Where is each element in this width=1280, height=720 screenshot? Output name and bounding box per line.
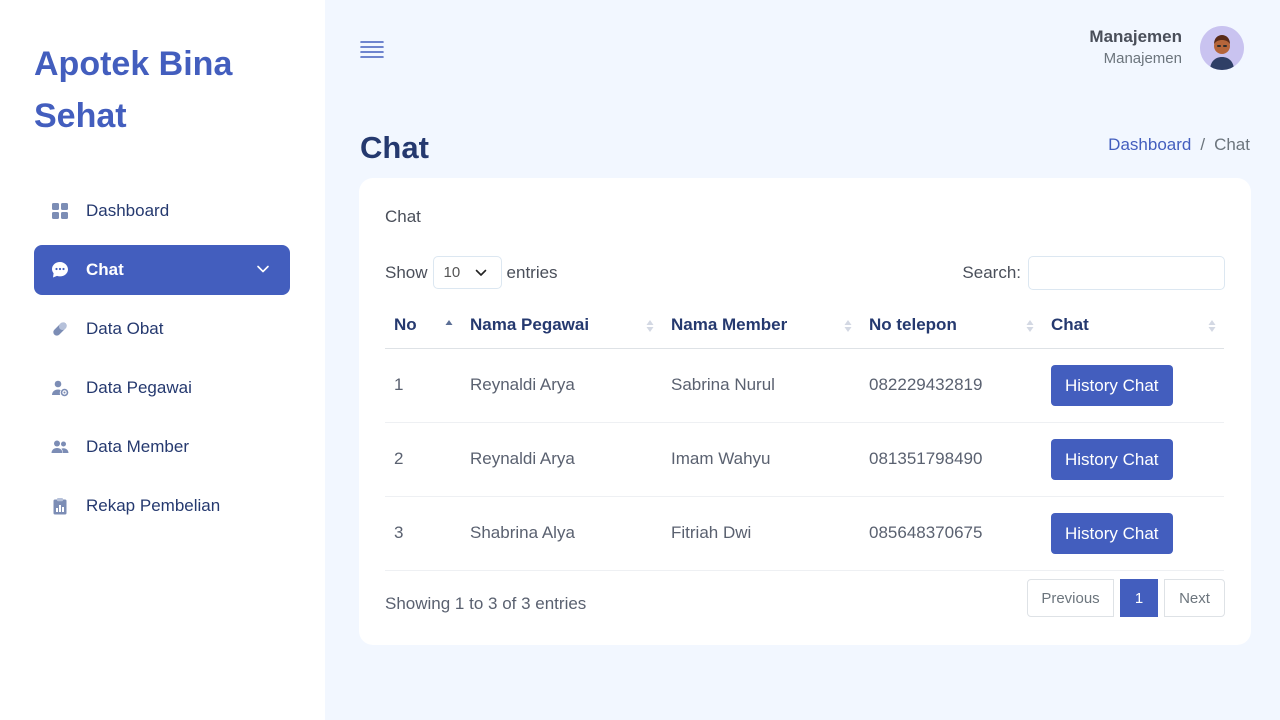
- page-length-select[interactable]: 10: [432, 256, 502, 289]
- previous-page-button[interactable]: Previous: [1027, 579, 1114, 617]
- column-header-nama-pegawai[interactable]: Nama Pegawai: [461, 302, 662, 349]
- column-header-label: No: [394, 314, 417, 334]
- table-row: 1 Reynaldi Arya Sabrina Nurul 0822294328…: [385, 348, 1224, 423]
- breadcrumb-separator: /: [1200, 135, 1206, 154]
- sidebar-item-data-pegawai[interactable]: Data Pegawai: [34, 363, 290, 413]
- cell-no: 1: [385, 348, 461, 423]
- brand-logo-text[interactable]: Apotek Bina Sehat: [34, 38, 294, 142]
- grid-icon: [50, 201, 70, 221]
- history-chat-button[interactable]: History Chat: [1051, 512, 1173, 554]
- breadcrumb: Dashboard / Chat: [1108, 135, 1250, 155]
- cell-no: 2: [385, 422, 461, 497]
- page-length-value: 10: [443, 264, 461, 281]
- history-chat-button[interactable]: History Chat: [1051, 438, 1173, 480]
- column-header-chat[interactable]: Chat: [1042, 302, 1224, 349]
- entries-label: entries: [506, 262, 558, 282]
- sidebar-item-rekap-pembelian[interactable]: Rekap Pembelian: [34, 481, 290, 531]
- sort-icon: [646, 320, 654, 332]
- user-role: Manajemen: [1103, 50, 1182, 67]
- show-entries-control: Show 10 entries: [385, 256, 558, 289]
- avatar[interactable]: [1200, 26, 1244, 70]
- cell-nama-pegawai: Reynaldi Arya: [461, 422, 662, 497]
- cell-chat: History Chat: [1042, 496, 1224, 571]
- page-title: Chat: [360, 130, 429, 165]
- chat-card: Chat Show 10 entries Search: No Nama Peg…: [359, 178, 1251, 645]
- user-name: Manajemen: [1089, 27, 1182, 46]
- chevron-down-icon[interactable]: [256, 262, 270, 276]
- column-header-no[interactable]: No: [385, 302, 461, 349]
- pill-icon: [50, 319, 70, 339]
- people-icon: [50, 437, 70, 457]
- search-control: Search:: [962, 256, 1225, 290]
- cell-no-telepon: 082229432819: [860, 348, 1042, 423]
- sidebar-item-label: Data Obat: [86, 319, 164, 338]
- table-header-row: No Nama Pegawai Nama Member No telepon C…: [385, 302, 1224, 349]
- cell-no: 3: [385, 496, 461, 571]
- column-header-label: Nama Pegawai: [470, 314, 590, 334]
- column-header-no-telepon[interactable]: No telepon: [860, 302, 1042, 349]
- cell-nama-pegawai: Reynaldi Arya: [461, 348, 662, 423]
- table-row: 3 Shabrina Alya Fitriah Dwi 085648370675…: [385, 496, 1224, 571]
- chevron-down-icon: [475, 269, 486, 276]
- show-label: Show: [385, 262, 428, 282]
- sort-asc-icon: [445, 320, 453, 325]
- sort-icon: [1026, 320, 1034, 332]
- user-menu[interactable]: Manajemen Manajemen: [1089, 26, 1244, 70]
- search-input[interactable]: [1028, 256, 1225, 290]
- table-info: Showing 1 to 3 of 3 entries: [385, 594, 587, 613]
- clipboard-chart-icon: [50, 496, 70, 516]
- sidebar-menu: Dashboard Chat Data Obat Data Pegawai Da…: [34, 186, 290, 540]
- sort-icon: [1208, 320, 1216, 332]
- next-page-button[interactable]: Next: [1164, 579, 1225, 617]
- column-header-label: No telepon: [869, 314, 957, 334]
- cell-nama-member: Sabrina Nurul: [662, 348, 860, 423]
- sidebar-item-label: Data Pegawai: [86, 378, 192, 397]
- chat-table: No Nama Pegawai Nama Member No telepon C…: [385, 302, 1224, 571]
- hamburger-menu-icon[interactable]: [360, 38, 384, 62]
- user-gear-icon: [50, 378, 70, 398]
- column-header-nama-member[interactable]: Nama Member: [662, 302, 860, 349]
- sidebar-item-label: Chat: [86, 260, 124, 279]
- sidebar-item-chat[interactable]: Chat: [34, 245, 290, 295]
- sort-icon: [844, 320, 852, 332]
- sidebar-item-label: Dashboard: [86, 201, 170, 220]
- sidebar-item-data-obat[interactable]: Data Obat: [34, 304, 290, 354]
- cell-nama-member: Imam Wahyu: [662, 422, 860, 497]
- cell-no-telepon: 085648370675: [860, 496, 1042, 571]
- column-header-label: Chat: [1051, 314, 1089, 334]
- chat-icon: [50, 260, 70, 280]
- page-1-button[interactable]: 1: [1120, 579, 1158, 617]
- sidebar-item-label: Rekap Pembelian: [86, 496, 221, 515]
- breadcrumb-current: Chat: [1214, 135, 1250, 154]
- card-title: Chat: [385, 207, 421, 226]
- column-header-label: Nama Member: [671, 314, 788, 334]
- sidebar-item-dashboard[interactable]: Dashboard: [34, 186, 290, 236]
- cell-nama-member: Fitriah Dwi: [662, 496, 860, 571]
- cell-chat: History Chat: [1042, 422, 1224, 497]
- search-label: Search:: [962, 263, 1021, 282]
- sidebar-item-label: Data Member: [86, 437, 189, 456]
- cell-no-telepon: 081351798490: [860, 422, 1042, 497]
- pagination: Previous 1 Next: [1027, 579, 1225, 617]
- sidebar: Apotek Bina Sehat Dashboard Chat Data Ob…: [0, 0, 325, 720]
- user-info: Manajemen Manajemen: [1089, 26, 1182, 70]
- sidebar-item-data-member[interactable]: Data Member: [34, 422, 290, 472]
- table-row: 2 Reynaldi Arya Imam Wahyu 081351798490 …: [385, 422, 1224, 497]
- cell-nama-pegawai: Shabrina Alya: [461, 496, 662, 571]
- history-chat-button[interactable]: History Chat: [1051, 364, 1173, 406]
- breadcrumb-link-dashboard[interactable]: Dashboard: [1108, 135, 1191, 155]
- cell-chat: History Chat: [1042, 348, 1224, 423]
